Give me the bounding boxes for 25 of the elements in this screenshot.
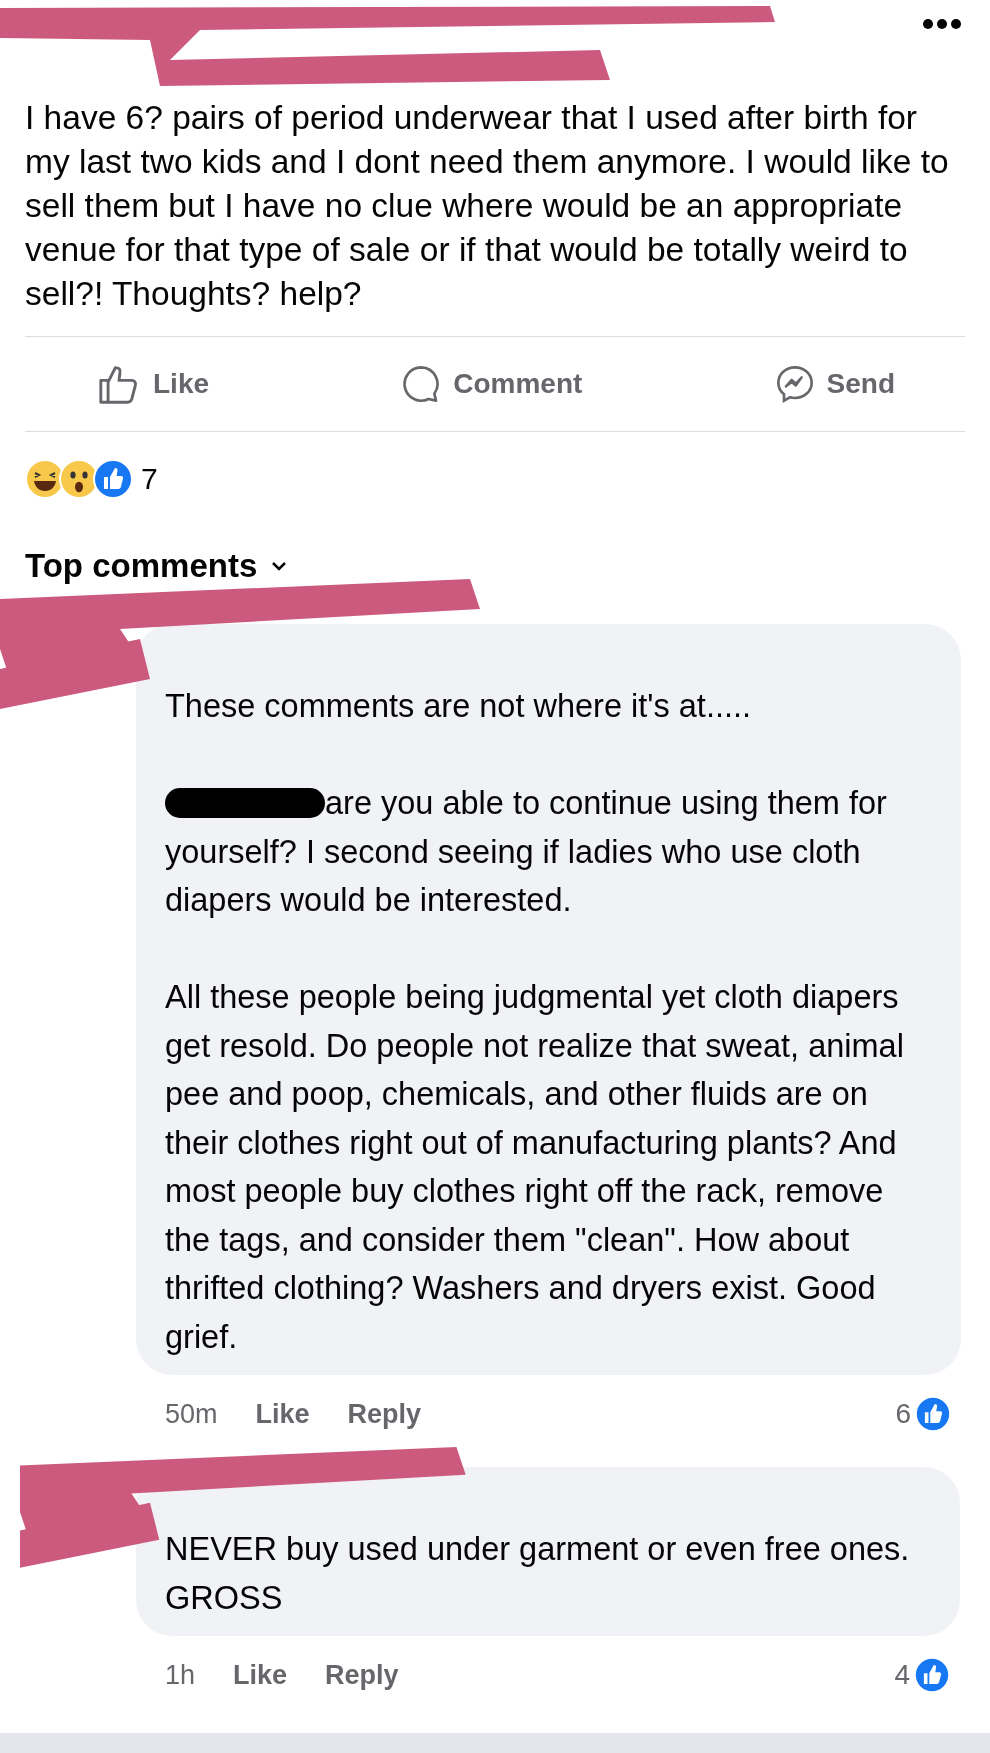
comment-text: NEVER buy used under garment or even free ones. GROSS xyxy=(165,1530,911,1618)
speech-bubble-icon xyxy=(401,364,442,404)
post-text: I have 6? pairs of period underwear that I used after birth for my last two kids and I dont need them anymore. I would like to sell them but I have no clue where would be an appropriate venue for that type of sale or if that would be totally weird to sell?! Thoughts? help? xyxy=(24,98,950,314)
more-options-icon[interactable] xyxy=(922,18,962,30)
comment-text: These comments are not where it's at..... xyxy=(165,687,753,726)
like-reaction-icon xyxy=(914,1657,950,1693)
like-count: 6 xyxy=(895,1398,911,1430)
comment-time: 50m xyxy=(165,1398,218,1430)
like-link[interactable]: Like xyxy=(255,1398,310,1430)
comment-time: 1h xyxy=(165,1659,196,1691)
reply-link[interactable]: Reply xyxy=(325,1659,399,1691)
like-reaction-icon xyxy=(93,459,133,499)
send-button[interactable]: Send xyxy=(774,364,895,404)
chevron-down-icon[interactable] xyxy=(271,561,288,571)
like-count: 4 xyxy=(894,1659,910,1691)
reply-link[interactable]: Reply xyxy=(347,1398,422,1430)
comments-filter[interactable]: Top comments xyxy=(25,547,258,585)
comment-button[interactable]: Comment xyxy=(401,364,583,404)
comment-text: All these people being judgmental yet cloth diapers get resold. Do people not realize that sweat, animal pee and poop, chemicals, and other fluids are on their clothes right out of manufacturing plants? And most people buy clothes right off the rack, remove the tags, and consider them "clean". How about thrifted clothing? Washers and dryers exist. Good grief. xyxy=(165,978,905,1357)
like-reaction-icon xyxy=(915,1396,951,1432)
comment-text: are you able to continue using them for yourself? I second seeing if ladies who use cloth diapers would be interested. xyxy=(165,784,888,920)
reaction-count[interactable]: 7 xyxy=(141,462,158,496)
like-link[interactable]: Like xyxy=(233,1659,288,1691)
messenger-icon xyxy=(774,364,815,404)
like-button[interactable]: Like xyxy=(97,364,210,404)
